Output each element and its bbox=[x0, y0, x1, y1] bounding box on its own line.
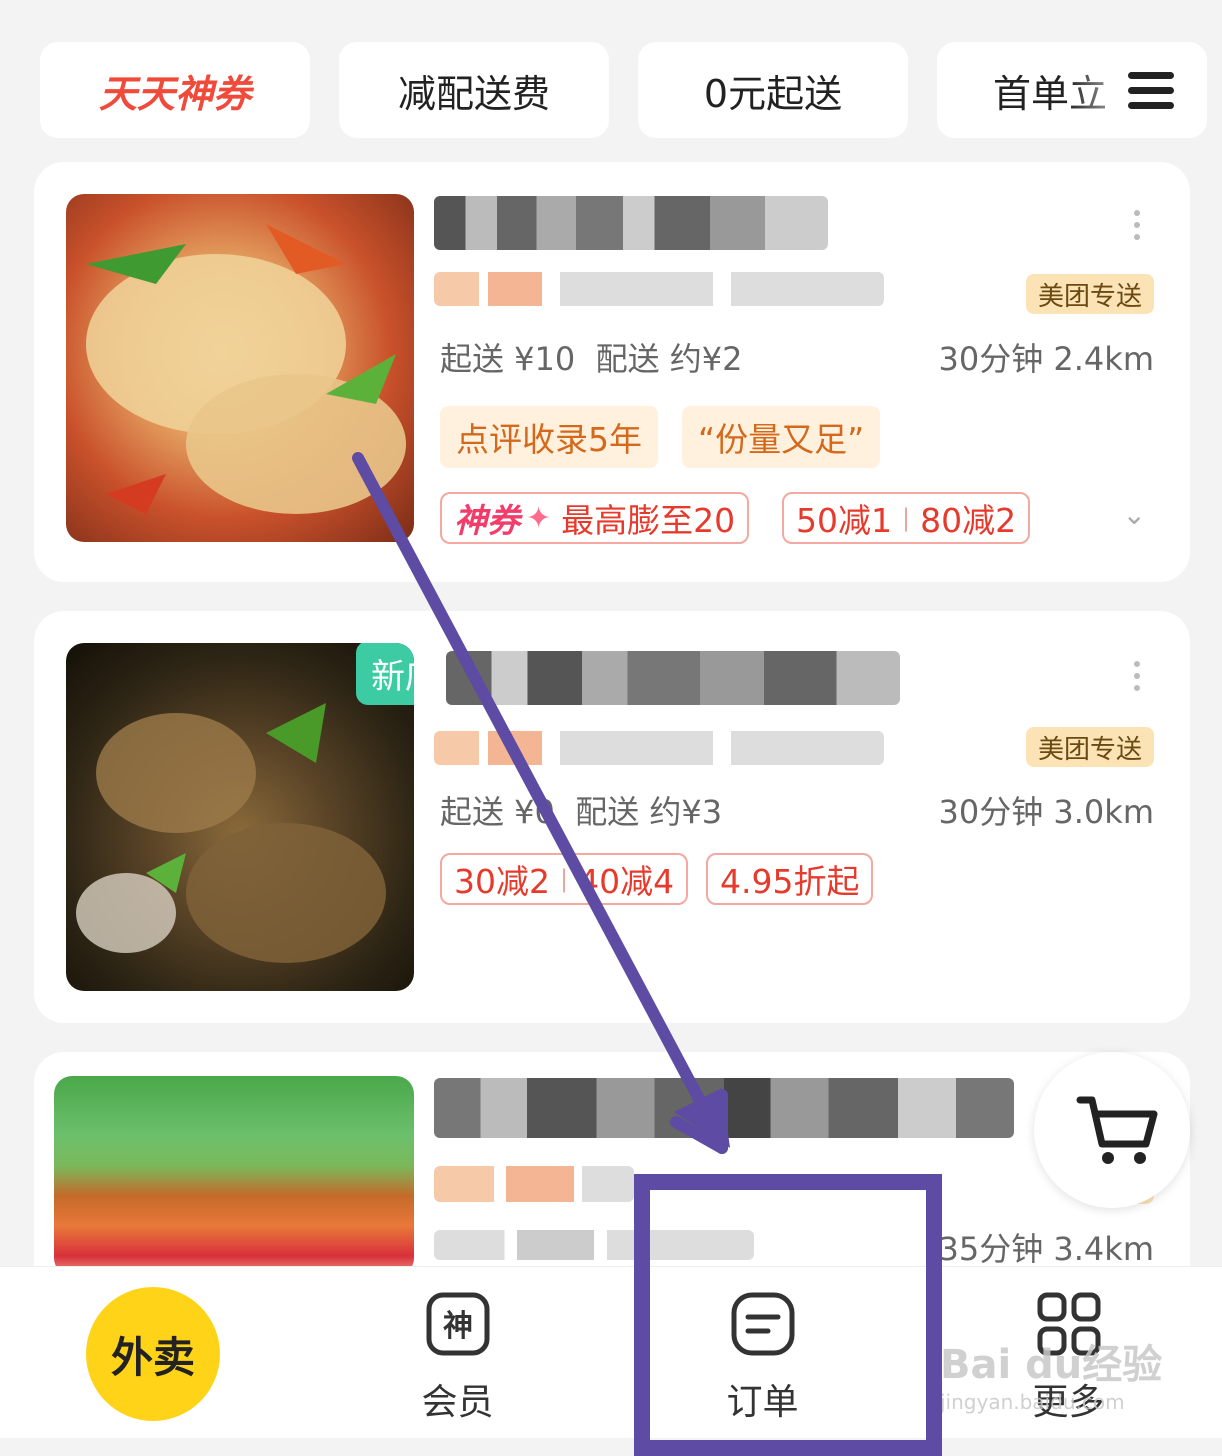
more-options-icon[interactable] bbox=[1134, 661, 1142, 697]
member-icon-glyph: 神 bbox=[443, 1309, 473, 1344]
annotation-highlight-box bbox=[634, 1174, 942, 1456]
baidu-watermark: Bai du经验 jingyan.baidu.com bbox=[940, 1332, 1162, 1414]
sparkle-icon: ✦ bbox=[526, 500, 552, 536]
tab-waimai[interactable]: 外卖 bbox=[0, 1267, 305, 1438]
highlight-tag: “份量又足” bbox=[682, 406, 881, 468]
discount-item: 30减2 bbox=[454, 862, 550, 901]
delivery-badge: 美团专送 bbox=[1025, 727, 1154, 767]
highlight-tag: 点评收录5年 bbox=[440, 406, 658, 468]
coupon-tag[interactable]: 神券 ✦ 最高膨至20 bbox=[440, 492, 750, 544]
discount-item: 80减2 bbox=[920, 501, 1017, 540]
time-distance: 35分钟 3.4km bbox=[938, 1230, 1155, 1268]
more-options-icon[interactable] bbox=[1134, 210, 1142, 246]
watermark-brand: Bai du经验 bbox=[940, 1342, 1163, 1388]
store-image: 新店 bbox=[66, 643, 414, 991]
min-order: 起送 ¥0 bbox=[440, 793, 555, 831]
filter-chip-bar: 天天神券 减配送费 0元起送 首单立 bbox=[0, 0, 1222, 160]
delivery-fee: 配送 约¥2 bbox=[595, 340, 743, 378]
coupon-text: 最高膨至20 bbox=[561, 501, 736, 540]
chip-zero-min-order[interactable]: 0元起送 bbox=[638, 42, 908, 138]
discount-tag[interactable]: 30减2 | 40减4 bbox=[440, 853, 689, 905]
delivery-badge: 美团专送 bbox=[1025, 274, 1154, 314]
rating-blurred bbox=[434, 731, 884, 765]
tab-member-label: 会员 bbox=[421, 1382, 494, 1423]
tab-waimai-label: 外卖 bbox=[86, 1287, 220, 1421]
store-name-blurred bbox=[434, 196, 828, 250]
new-store-badge: 新店 bbox=[356, 643, 414, 705]
cart-button[interactable] bbox=[1034, 1052, 1190, 1208]
rating-blurred bbox=[434, 1166, 634, 1202]
store-image bbox=[66, 194, 414, 542]
store-card[interactable]: 美团专送 起送 ¥10 配送 约¥2 30分钟 2.4km 点评收录5年 “份量… bbox=[34, 162, 1190, 582]
store-image bbox=[54, 1076, 414, 1276]
cart-icon bbox=[1076, 1096, 1158, 1164]
min-order: 起送 ¥10 bbox=[440, 340, 576, 378]
store-name-blurred bbox=[434, 1078, 1014, 1138]
store-card[interactable]: 新店 美团专送 起送 ¥0 配送 约¥3 30分钟 3.0km 30减2 | 4… bbox=[34, 611, 1190, 1023]
time-distance: 30分钟 3.0km bbox=[938, 793, 1155, 831]
discount-item: 40减4 bbox=[578, 862, 675, 901]
member-icon: 神 bbox=[426, 1292, 490, 1356]
tab-member[interactable]: 神 会员 bbox=[305, 1267, 610, 1438]
coupon-label: 神券 bbox=[454, 501, 520, 540]
rating-blurred bbox=[434, 272, 884, 306]
discount-item: 50减1 bbox=[796, 501, 892, 540]
dish-illustration bbox=[86, 224, 406, 514]
chip-reduce-delivery[interactable]: 减配送费 bbox=[339, 42, 609, 138]
store-name-blurred bbox=[446, 651, 900, 705]
time-distance: 30分钟 2.4km bbox=[938, 340, 1155, 378]
menu-icon[interactable] bbox=[1128, 72, 1174, 110]
promo-tag[interactable]: 4.95折起 bbox=[706, 853, 874, 905]
discount-tag[interactable]: 50减1 | 80减2 bbox=[782, 492, 1031, 544]
chevron-down-icon[interactable]: ⌄ bbox=[1123, 498, 1146, 531]
watermark-url: jingyan.baidu.com bbox=[940, 1390, 1125, 1414]
chip-daily-coupon[interactable]: 天天神券 bbox=[40, 42, 310, 138]
delivery-fee: 配送 约¥3 bbox=[575, 793, 723, 831]
